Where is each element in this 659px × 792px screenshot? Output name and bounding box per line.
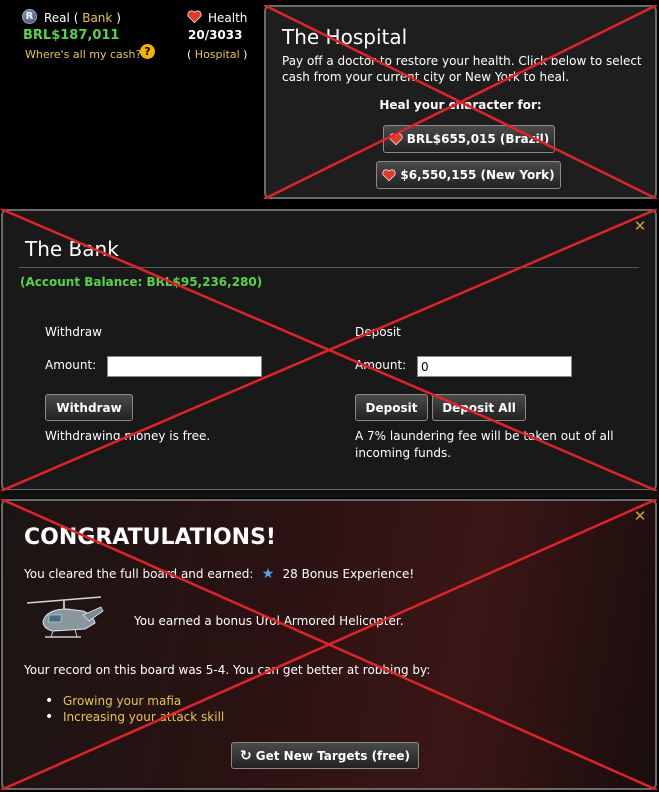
deposit-heading: Deposit xyxy=(355,325,401,339)
divider xyxy=(19,267,639,268)
health-label: Health xyxy=(208,11,248,25)
heart-icon xyxy=(389,132,403,145)
deposit-note: A 7% laundering fee will be taken out of… xyxy=(355,429,614,460)
tip-grow-mafia-link[interactable]: Growing your mafia xyxy=(45,693,224,709)
withdraw-button[interactable]: Withdraw xyxy=(45,394,133,421)
deposit-amount-label: Amount: xyxy=(355,358,407,372)
hospital-link[interactable]: Hospital xyxy=(195,48,240,61)
close-icon[interactable]: ✕ xyxy=(633,509,647,524)
currency-label: Real xyxy=(44,11,70,25)
bank-link[interactable]: Bank xyxy=(82,11,112,25)
refresh-icon: ↻ xyxy=(240,747,252,764)
cash-amount: BRL$187,011 xyxy=(23,28,120,43)
cleared-line: You cleared the full board and earned: ★… xyxy=(24,566,414,582)
get-new-targets-label: Get New Targets (free) xyxy=(255,748,410,763)
withdraw-heading: Withdraw xyxy=(45,325,102,339)
deposit-all-button[interactable]: Deposit All xyxy=(432,394,526,421)
heal-brazil-label: BRL$655,015 (Brazil) xyxy=(406,132,550,146)
heart-icon xyxy=(382,168,396,181)
hospital-title: The Hospital xyxy=(282,25,408,49)
deposit-amount-input[interactable] xyxy=(417,356,572,377)
helicopter-icon xyxy=(26,596,104,638)
star-icon: ★ xyxy=(257,566,279,582)
get-new-targets-button[interactable]: ↻ Get New Targets (free) xyxy=(231,742,419,769)
bank-title: The Bank xyxy=(25,237,119,261)
heal-new-york-button[interactable]: $6,550,155 (New York) xyxy=(376,161,561,189)
close-icon[interactable]: ✕ xyxy=(633,219,647,234)
bank-panel: ✕ The Bank (Account Balance: BRL$95,236,… xyxy=(1,209,657,491)
page-strip xyxy=(0,490,659,498)
heart-icon xyxy=(187,10,202,24)
heal-brazil-button[interactable]: BRL$655,015 (Brazil) xyxy=(383,125,555,153)
record-text: Your record on this board was 5-4. You c… xyxy=(24,663,431,677)
withdraw-note: Withdrawing money is free. xyxy=(45,429,211,443)
congrats-title: CONGRATULATIONS! xyxy=(24,525,276,550)
tip-attack-skill-link[interactable]: Increasing your attack skill xyxy=(45,709,224,725)
hospital-link-wrap: ( Hospital ) xyxy=(187,48,248,61)
real-label: Real ( Bank ) xyxy=(44,11,121,25)
tips-list: Growing your mafia Increasing your attac… xyxy=(45,693,224,726)
withdraw-amount-input[interactable] xyxy=(107,356,262,377)
player-status: R Real ( Bank ) BRL$187,011 Where's all … xyxy=(0,0,262,205)
bonus-xp: 28 Bonus Experience! xyxy=(282,567,415,581)
earned-item: You earned a bonus Urol Armored Helicopt… xyxy=(134,614,404,628)
real-currency-icon: R xyxy=(22,9,37,24)
hospital-description: Pay off a doctor to restore your health.… xyxy=(282,54,642,84)
deposit-button[interactable]: Deposit xyxy=(355,394,428,421)
account-balance: (Account Balance: BRL$95,236,280) xyxy=(20,275,263,289)
heal-new-york-label: $6,550,155 (New York) xyxy=(400,168,555,182)
heal-label: Heal your character for: xyxy=(379,98,542,112)
health-value: 20/3033 xyxy=(188,28,243,42)
help-icon[interactable]: ? xyxy=(140,44,155,59)
congratulations-panel: ✕ CONGRATULATIONS! You cleared the full … xyxy=(1,499,657,790)
hospital-panel: The Hospital Pay off a doctor to restore… xyxy=(264,5,657,199)
cleared-text: You cleared the full board and earned: xyxy=(24,567,254,581)
withdraw-amount-label: Amount: xyxy=(45,358,97,372)
where-cash-link[interactable]: Where's all my cash? xyxy=(25,48,141,61)
